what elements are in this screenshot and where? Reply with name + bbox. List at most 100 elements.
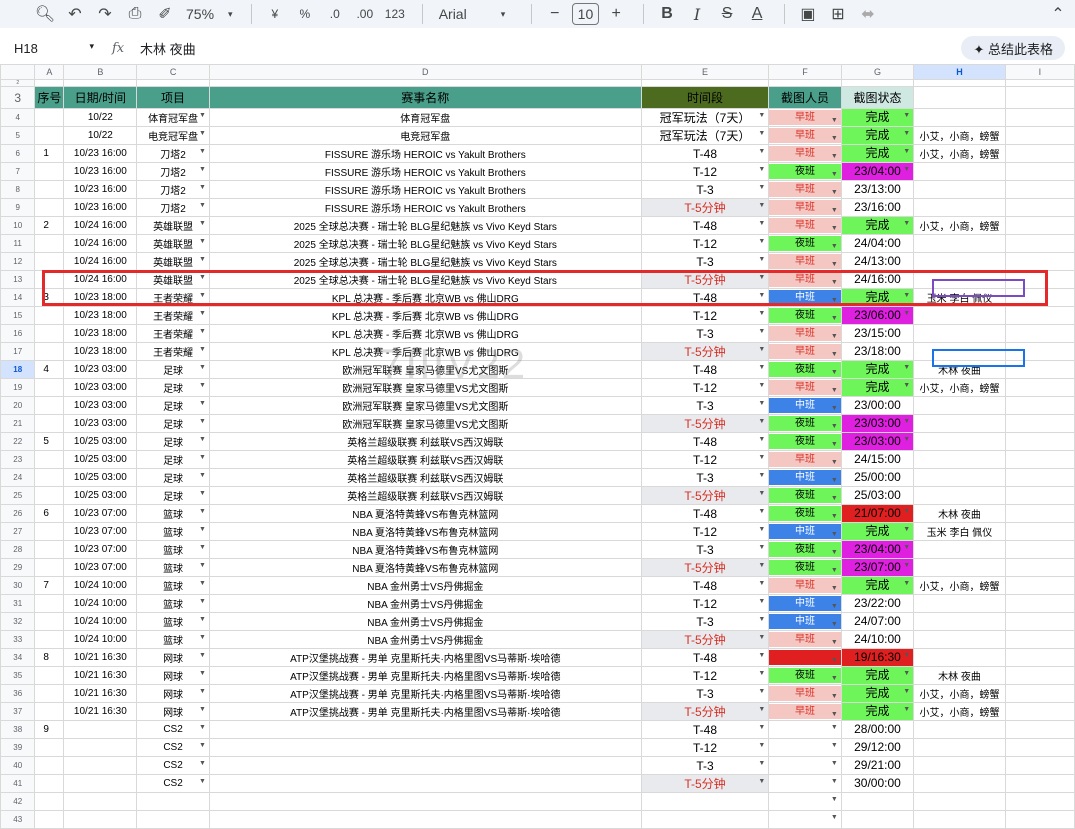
- cell[interactable]: [1004, 108, 1075, 127]
- seq-cell[interactable]: 6: [34, 504, 65, 523]
- staff-cell[interactable]: [913, 342, 1006, 361]
- period-cell[interactable]: T-12 ▼: [640, 234, 770, 253]
- chevron-down-icon[interactable]: ▼: [831, 689, 838, 702]
- event-cell[interactable]: 体育冠军盘: [208, 108, 642, 127]
- event-cell[interactable]: [208, 810, 642, 829]
- item-cell[interactable]: 篮球 ▼: [136, 630, 210, 649]
- cell[interactable]: [913, 79, 1006, 87]
- status-cell[interactable]: 24/16:00: [840, 270, 915, 289]
- event-cell[interactable]: 2025 全球总决赛 - 瑞士轮 BLG星纪魅族 vs Vivo Keyd St…: [208, 234, 642, 253]
- seq-cell[interactable]: [34, 162, 65, 181]
- cell[interactable]: [1004, 198, 1075, 217]
- item-cell[interactable]: 英雄联盟 ▼: [136, 270, 210, 289]
- row-header[interactable]: 16: [0, 324, 36, 343]
- seq-cell[interactable]: [34, 540, 65, 559]
- row-header[interactable]: 8: [0, 180, 36, 199]
- row-header[interactable]: 28: [0, 540, 36, 559]
- row-header[interactable]: 10: [0, 216, 36, 235]
- chevron-down-icon[interactable]: ▼: [831, 599, 838, 612]
- person-cell[interactable]: 早班 ▼: [768, 252, 842, 271]
- event-cell[interactable]: NBA 金州勇士VS丹佛掘金: [208, 594, 642, 613]
- chevron-down-icon[interactable]: ▼: [199, 346, 206, 353]
- cell[interactable]: [1004, 630, 1075, 649]
- staff-cell[interactable]: [913, 558, 1006, 577]
- status-cell[interactable]: 23/04:00 ▼: [840, 540, 915, 559]
- chevron-down-icon[interactable]: ▼: [831, 617, 838, 630]
- period-cell[interactable]: T-12 ▼: [640, 306, 770, 325]
- status-cell[interactable]: 29/12:00: [840, 738, 915, 757]
- staff-cell[interactable]: [913, 756, 1006, 775]
- staff-cell[interactable]: [913, 774, 1006, 793]
- seq-cell[interactable]: [34, 270, 65, 289]
- shift-chip[interactable]: 早班 ▼: [769, 254, 841, 269]
- period-cell[interactable]: T-48 ▼: [640, 432, 770, 451]
- period-cell[interactable]: T-3 ▼: [640, 468, 770, 487]
- cell[interactable]: [1004, 180, 1075, 199]
- shift-chip[interactable]: 夜班 ▼: [769, 434, 841, 449]
- period-cell[interactable]: T-3 ▼: [640, 252, 770, 271]
- row-header[interactable]: 42: [0, 792, 36, 811]
- chevron-down-icon[interactable]: ▼: [758, 598, 765, 605]
- chevron-down-icon[interactable]: ▼: [758, 472, 765, 479]
- row-header[interactable]: 4: [0, 108, 36, 127]
- period-cell[interactable]: T-12 ▼: [640, 450, 770, 469]
- chevron-down-icon[interactable]: ▼: [758, 274, 765, 281]
- person-cell[interactable]: ▼: [768, 792, 842, 811]
- seq-cell[interactable]: [34, 306, 65, 325]
- person-cell[interactable]: 早班 ▼: [768, 378, 842, 397]
- chevron-down-icon[interactable]: ▼: [199, 670, 206, 677]
- date-cell[interactable]: 10/23 16:00: [63, 162, 138, 181]
- event-cell[interactable]: NBA 夏洛特黄蜂VS布鲁克林篮网: [208, 540, 642, 559]
- row-header[interactable]: 6: [0, 144, 36, 163]
- collapse-icon[interactable]: ⌃: [1045, 2, 1071, 26]
- event-cell[interactable]: NBA 金州勇士VS丹佛掘金: [208, 576, 642, 595]
- shift-chip[interactable]: 早班 ▼: [769, 380, 841, 395]
- status-chip[interactable]: [842, 812, 912, 828]
- chevron-down-icon[interactable]: ▼: [831, 671, 838, 684]
- chevron-down-icon[interactable]: ▼: [903, 364, 910, 371]
- chevron-down-icon[interactable]: ▼: [831, 113, 838, 126]
- chevron-down-icon[interactable]: ▼: [831, 311, 838, 324]
- event-cell[interactable]: FISSURE 游乐场 HEROIC vs Yakult Brothers: [208, 180, 642, 199]
- staff-cell[interactable]: 小艾，小商，螃蟹: [913, 576, 1006, 595]
- date-cell[interactable]: 10/23 18:00: [63, 306, 138, 325]
- event-cell[interactable]: 英格兰超级联赛 利兹联VS西汉姆联: [208, 486, 642, 505]
- seq-cell[interactable]: [34, 198, 65, 217]
- period-cell[interactable]: [640, 810, 770, 829]
- column-header-c[interactable]: C: [136, 64, 210, 80]
- person-cell[interactable]: 中班 ▼: [768, 468, 842, 487]
- chevron-down-icon[interactable]: ▼: [758, 580, 765, 587]
- row-header[interactable]: 24: [0, 468, 36, 487]
- date-cell[interactable]: 10/21 16:30: [63, 684, 138, 703]
- chevron-down-icon[interactable]: ▼: [903, 112, 910, 119]
- font-select[interactable]: Arial ▾: [433, 2, 517, 26]
- period-cell[interactable]: 冠军玩法（7天） ▼: [640, 126, 770, 145]
- status-cell[interactable]: 23/13:00: [840, 180, 915, 199]
- event-cell[interactable]: NBA 夏洛特黄蜂VS布鲁克林篮网: [208, 558, 642, 577]
- zoom-select[interactable]: 75% ▾: [182, 2, 237, 26]
- person-cell[interactable]: 早班 ▼: [768, 144, 842, 163]
- period-cell[interactable]: T-5分钟 ▼: [640, 198, 770, 217]
- person-cell[interactable]: 夜班 ▼: [768, 486, 842, 505]
- borders-icon[interactable]: ⊞: [825, 2, 851, 26]
- item-cell[interactable]: [136, 810, 210, 829]
- item-cell[interactable]: 足球 ▼: [136, 378, 210, 397]
- row-header[interactable]: 39: [0, 738, 36, 757]
- row-header[interactable]: 21: [0, 414, 36, 433]
- cell[interactable]: [1004, 756, 1075, 775]
- chevron-down-icon[interactable]: ▼: [758, 310, 765, 317]
- column-header-corner[interactable]: [0, 64, 36, 80]
- staff-cell[interactable]: [913, 450, 1006, 469]
- event-cell[interactable]: FISSURE 游乐场 HEROIC vs Yakult Brothers: [208, 144, 642, 163]
- row-header[interactable]: 37: [0, 702, 36, 721]
- chevron-down-icon[interactable]: ▼: [199, 760, 206, 767]
- date-cell[interactable]: 10/24 10:00: [63, 630, 138, 649]
- event-cell[interactable]: 欧洲冠军联赛 皇家马德里VS尤文图斯: [208, 378, 642, 397]
- staff-cell[interactable]: 小艾，小商，螃蟹: [913, 378, 1006, 397]
- seq-cell[interactable]: 7: [34, 576, 65, 595]
- row-header[interactable]: 26: [0, 504, 36, 523]
- status-chip[interactable]: 23/18:00: [842, 344, 912, 360]
- chevron-down-icon[interactable]: ▼: [831, 527, 838, 540]
- person-cell[interactable]: 早班 ▼: [768, 630, 842, 649]
- person-cell[interactable]: 夜班 ▼: [768, 360, 842, 379]
